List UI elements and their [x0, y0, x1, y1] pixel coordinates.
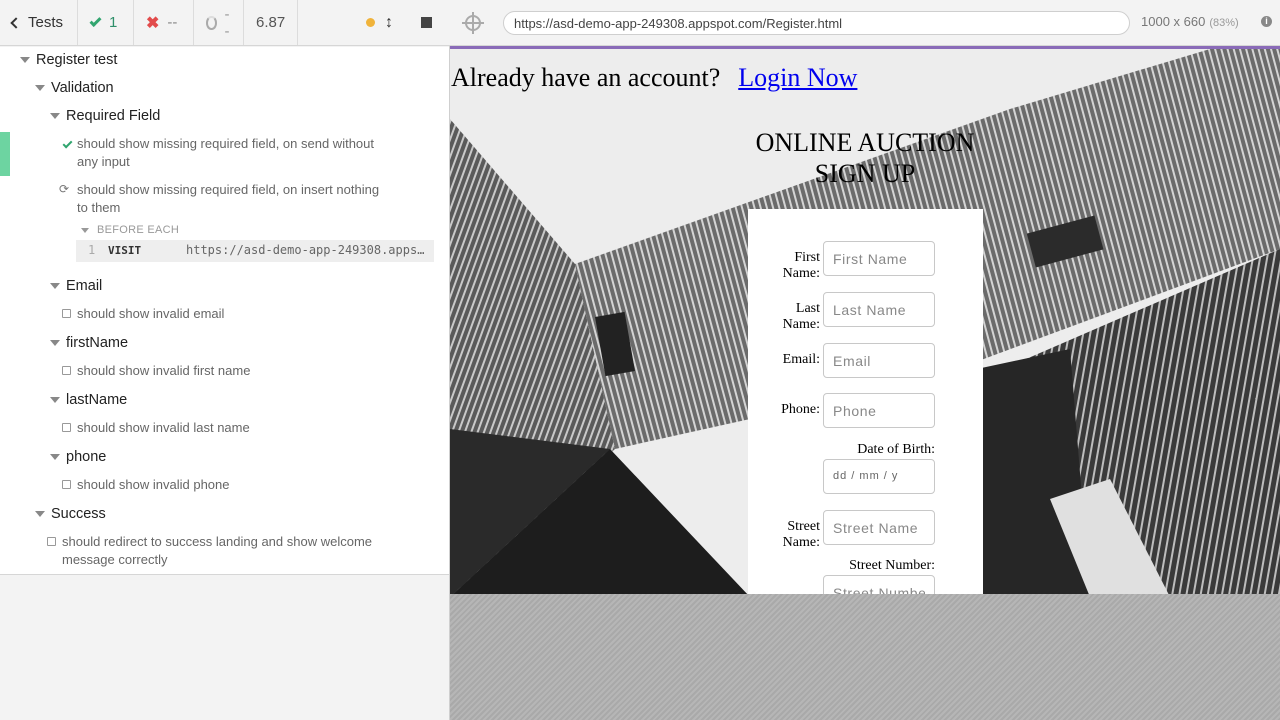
stop-icon[interactable] — [421, 17, 432, 28]
failed-count: -- — [167, 14, 178, 31]
street-name-label: Street Name: — [782, 519, 820, 550]
aut-iframe: Already have an account? Login Now ONLINE… — [450, 46, 1280, 594]
auto-scroll-icon[interactable]: ↕ — [385, 14, 393, 32]
running-indicator-icon — [366, 18, 375, 27]
suite-required-field[interactable]: Required Field — [66, 108, 160, 124]
last-name-input[interactable] — [823, 292, 935, 327]
viewport-info: 1000 x 660 (83%) — [1141, 14, 1239, 29]
page-title-line: ONLINE AUCTION — [755, 128, 975, 157]
phone-input[interactable] — [823, 393, 935, 428]
login-prompt-text: Already have an account? — [451, 63, 721, 92]
caret-down-icon[interactable] — [50, 397, 60, 403]
first-name-input[interactable] — [823, 241, 935, 276]
test-title-line: to them — [77, 200, 121, 215]
test-success-redirect[interactable]: should redirect to success landing and s… — [62, 533, 422, 569]
test-invalid-phone[interactable]: should show invalid phone — [77, 476, 230, 494]
caret-down-icon[interactable] — [50, 113, 60, 119]
pending-checkbox-icon — [62, 309, 71, 318]
pending-count: -- — [224, 5, 230, 40]
test-required-insert-nothing[interactable]: should show missing required field, on i… — [77, 181, 407, 217]
tests-label: Tests — [28, 14, 64, 31]
suite-email[interactable]: Email — [66, 278, 102, 294]
caret-down-icon[interactable] — [81, 228, 89, 233]
failed-stat: ✖ -- — [134, 0, 194, 45]
test-title-line: should show missing required field, on i… — [77, 182, 380, 197]
suite-register-test[interactable]: Register test — [36, 52, 117, 68]
chevron-left-icon — [10, 16, 22, 29]
aut-empty-area — [450, 594, 1280, 720]
date-of-birth-label: Date of Birth: — [857, 442, 935, 457]
running-test-indicator — [0, 132, 10, 176]
selector-playground-icon[interactable] — [462, 12, 484, 34]
test-invalid-email[interactable]: should show invalid email — [77, 305, 224, 323]
page-title: ONLINE AUCTION SIGN UP — [740, 127, 990, 189]
tests-button[interactable]: Tests — [0, 0, 78, 45]
x-icon: ✖ — [146, 14, 160, 32]
caret-down-icon[interactable] — [35, 85, 45, 91]
reporter-controls: ↕ — [298, 0, 450, 45]
viewport-size: 1000 x 660 — [1141, 14, 1206, 29]
test-title-line: message correctly — [62, 552, 168, 567]
test-tree: Register test Validation Required Field … — [0, 47, 449, 575]
test-title-line: any input — [77, 154, 130, 169]
street-number-label: Street Number: — [849, 558, 935, 573]
page-title-line: SIGN UP — [814, 159, 916, 188]
street-number-input[interactable] — [823, 575, 935, 594]
hook-before-each[interactable]: BEFORE EACH — [97, 224, 179, 236]
command-message: https://asd-demo-app-249308.appspot.com/… — [186, 243, 431, 257]
pending-circle-icon — [206, 15, 217, 30]
login-prompt-row: Already have an account? Login Now — [451, 63, 857, 93]
refresh-icon: ⟳ — [59, 182, 70, 196]
street-name-input[interactable] — [823, 510, 935, 545]
passed-stat: 1 — [78, 0, 134, 45]
reporter-header: Tests 1 ✖ -- -- 6.87 ↕ — [0, 0, 450, 46]
test-title-line: should redirect to success landing and s… — [62, 534, 373, 549]
check-icon — [62, 138, 73, 149]
passed-count: 1 — [109, 14, 118, 31]
pending-checkbox-icon — [62, 480, 71, 489]
test-required-send-without-input[interactable]: should show missing required field, on s… — [77, 135, 407, 171]
suite-lastname[interactable]: lastName — [66, 392, 127, 408]
caret-down-icon[interactable] — [50, 283, 60, 289]
command-name: VISIT — [108, 244, 142, 257]
caret-down-icon[interactable] — [20, 57, 30, 63]
info-icon[interactable]: i — [1261, 16, 1272, 27]
command-number: 1 — [88, 243, 96, 257]
caret-down-icon[interactable] — [50, 340, 60, 346]
last-name-label: Last Name: — [782, 301, 820, 332]
email-label: Email: — [782, 352, 820, 367]
check-icon — [89, 14, 102, 27]
url-bar[interactable]: https://asd-demo-app-249308.appspot.com/… — [503, 11, 1130, 35]
date-of-birth-input[interactable]: dd / mm / y — [823, 459, 935, 494]
login-now-link[interactable]: Login Now — [738, 63, 857, 92]
test-invalid-last-name[interactable]: should show invalid last name — [77, 419, 250, 437]
suite-phone[interactable]: phone — [66, 449, 106, 465]
suite-success[interactable]: Success — [51, 506, 106, 522]
reporter-panel: Tests 1 ✖ -- -- 6.87 ↕ Register test Val… — [0, 0, 450, 720]
test-invalid-first-name[interactable]: should show invalid first name — [77, 362, 250, 380]
viewport-scale: (83%) — [1209, 17, 1239, 29]
caret-down-icon[interactable] — [35, 511, 45, 517]
phone-label: Phone: — [781, 402, 820, 417]
command-row[interactable]: 1 VISIT https://asd-demo-app-249308.apps… — [76, 240, 434, 262]
pending-checkbox-icon — [62, 366, 71, 375]
suite-firstname[interactable]: firstName — [66, 335, 128, 351]
test-title-line: should show missing required field, on s… — [77, 136, 375, 151]
email-input[interactable] — [823, 343, 935, 378]
caret-down-icon[interactable] — [50, 454, 60, 460]
pending-stat: -- — [194, 0, 244, 45]
suite-validation[interactable]: Validation — [51, 80, 114, 96]
duration: 6.87 — [244, 0, 298, 45]
first-name-label: First Name: — [782, 250, 820, 281]
pending-checkbox-icon — [47, 537, 56, 546]
signup-form: First Name: Last Name: Email: Phone: Dat… — [748, 209, 983, 594]
pending-checkbox-icon — [62, 423, 71, 432]
